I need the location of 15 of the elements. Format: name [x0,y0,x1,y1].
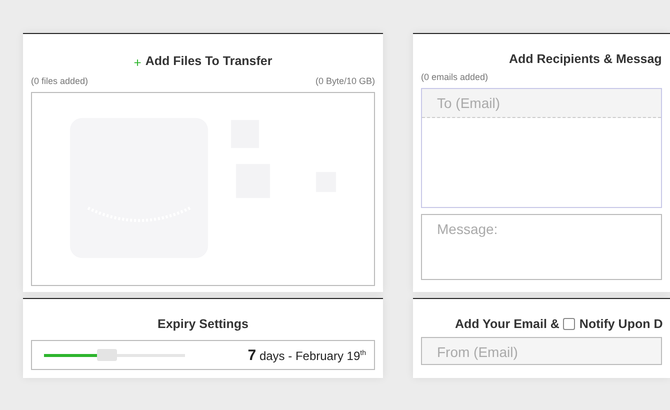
panel-title: Expiry Settings [158,317,248,331]
size-usage: (0 Byte/10 GB) [315,76,375,86]
expiry-reading: 7 days - February 19$^{th}$ [248,346,366,364]
panel-title: Add Your Email & [455,317,560,331]
file-count: (0 files added) [31,76,88,86]
email-count: (0 emails added) [421,72,488,82]
message-field[interactable]: Message: [421,214,662,280]
notify-label: Notify Upon D [579,317,663,331]
to-email-field[interactable]: To (Email) [421,88,662,208]
panel-title: Add Files To Transfer [145,54,272,68]
plus-icon[interactable]: + [134,55,142,70]
from-email-field[interactable]: From (Email) [421,337,662,365]
panel-title: Add Recipients & Messag [509,52,662,66]
notify-checkbox[interactable] [563,318,576,330]
slider-thumb[interactable] [97,349,118,361]
